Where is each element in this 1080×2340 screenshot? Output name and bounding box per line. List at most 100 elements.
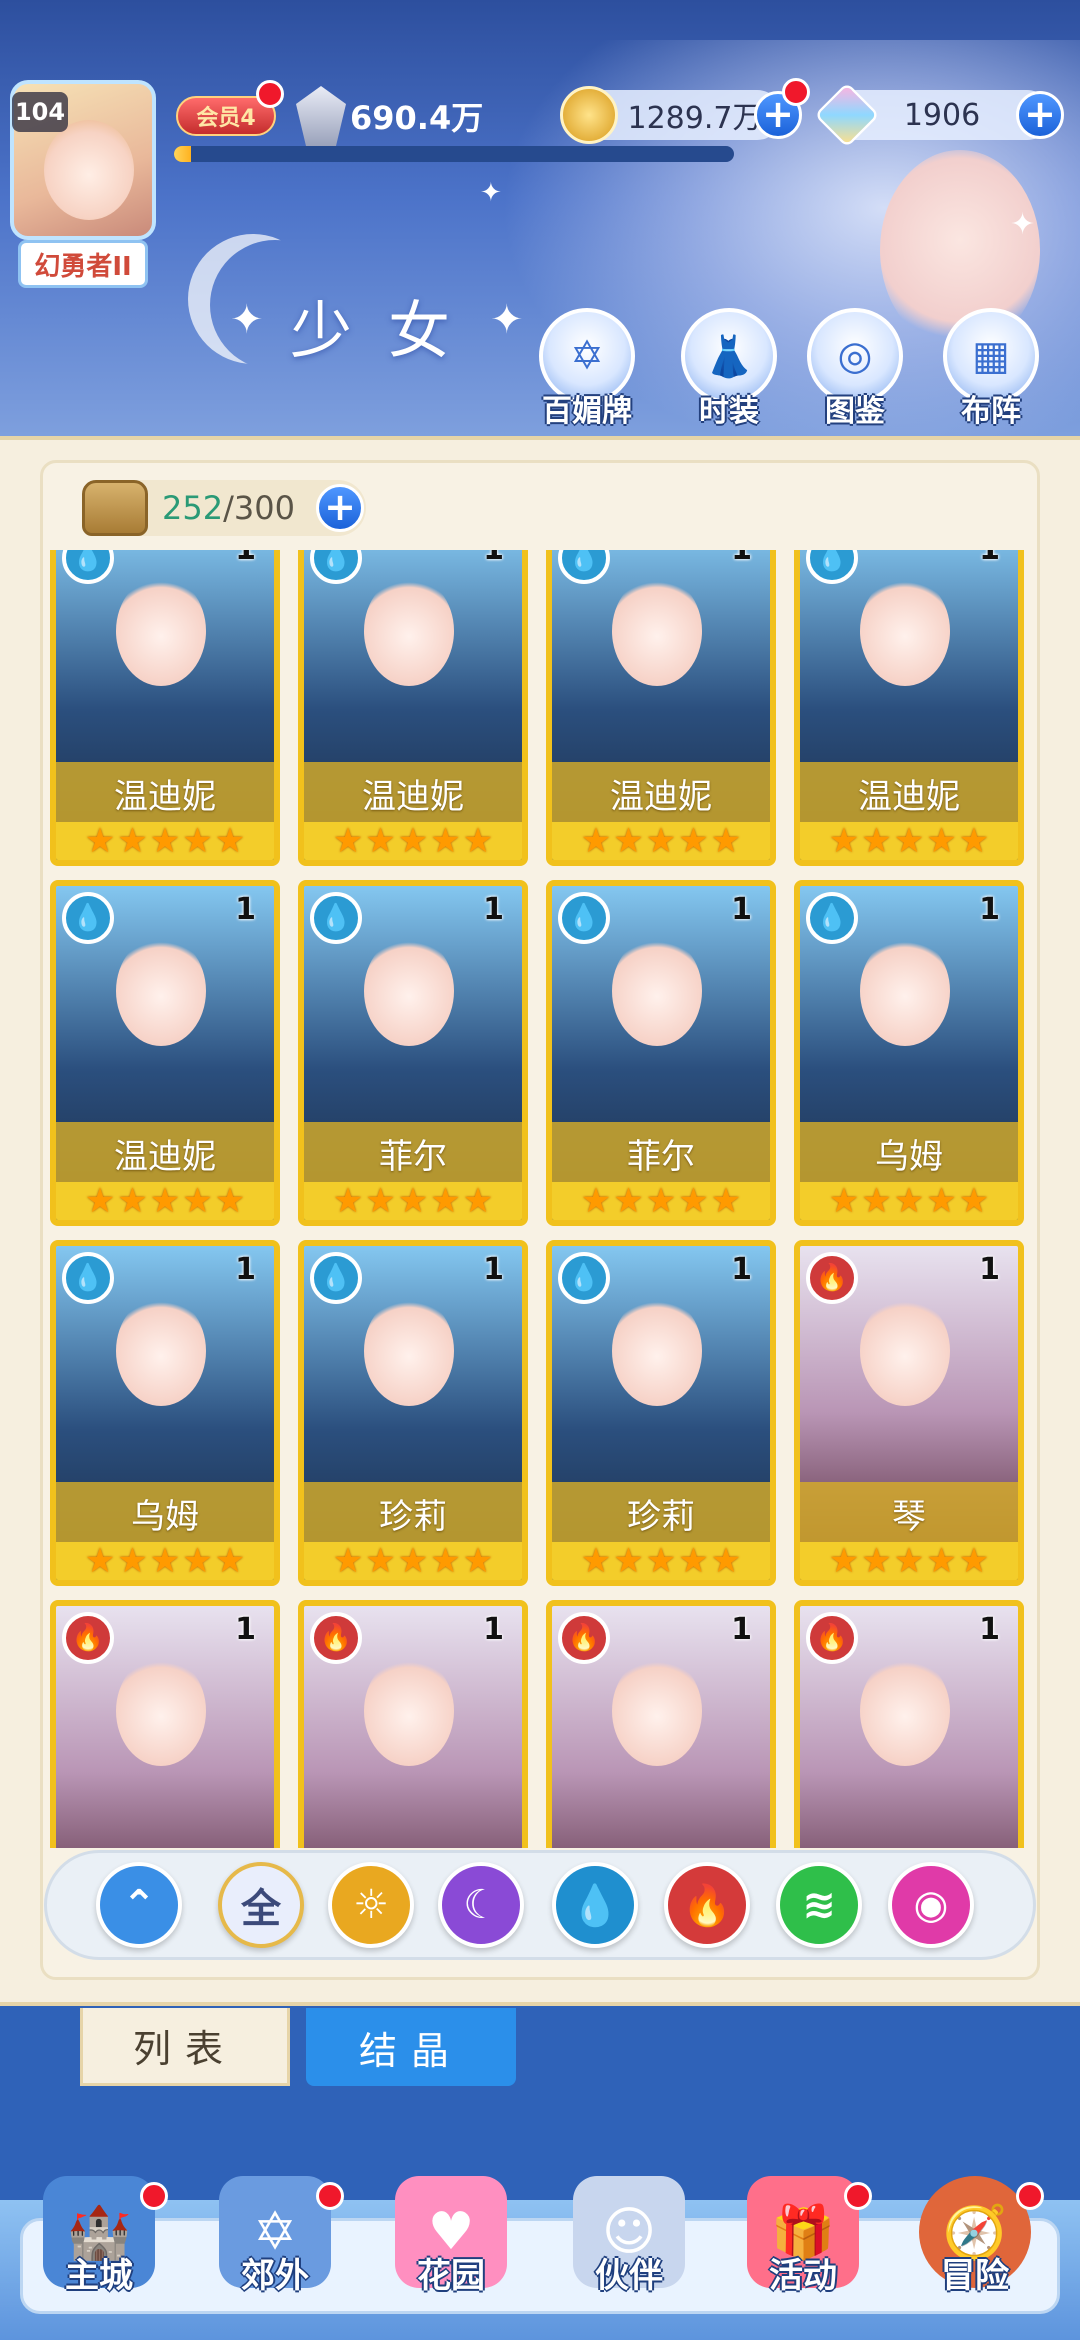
- filter-fire-button[interactable]: 🔥: [664, 1862, 750, 1948]
- star-icon: ★: [332, 821, 364, 861]
- nav-partner[interactable]: ☺ 伙伴: [554, 2176, 704, 2326]
- star-icon: ★: [182, 1541, 213, 1581]
- character-card[interactable]: 💧 1 菲尔 ★ ★ ★ ★ ★: [298, 880, 528, 1226]
- star-icon: ★: [397, 1181, 429, 1221]
- character-face: [364, 936, 454, 1046]
- card-name: 温迪妮: [552, 762, 770, 824]
- character-card[interactable]: 🔥 1 琴 ★ ★ ★ ★ ★: [794, 1240, 1024, 1586]
- star-icon: ★: [645, 821, 677, 861]
- nav-gift[interactable]: 🎁 活动: [728, 2176, 878, 2326]
- expand-capacity-button[interactable]: +: [316, 484, 364, 532]
- card-name: 乌姆: [56, 1482, 274, 1544]
- header-button-label: 百媚牌: [542, 394, 632, 429]
- card-name: 温迪妮: [304, 762, 522, 824]
- star-icon: ★: [710, 821, 742, 861]
- water-drop-icon: 💧: [570, 1882, 620, 1929]
- character-face: [364, 1656, 454, 1766]
- star-icon: ★: [678, 1181, 709, 1221]
- avatar-portrait: [44, 120, 134, 220]
- character-card[interactable]: 💧1温迪妮★★★★★: [50, 880, 280, 1226]
- character-face: [860, 936, 950, 1046]
- card-name: 温迪妮: [800, 762, 1018, 824]
- character-card[interactable]: 💧1温迪妮★★★★★: [50, 550, 280, 866]
- card-name: 珍莉: [304, 1482, 522, 1544]
- gold-amount: 1289.7万: [627, 101, 763, 136]
- character-card[interactable]: 💧 1 菲尔 ★ ★ ★ ★ ★: [546, 880, 776, 1226]
- character-card[interactable]: 💧 1 珍莉 ★ ★ ★ ★ ★: [298, 1240, 528, 1586]
- filter-sun-button[interactable]: ☼: [328, 1862, 414, 1948]
- nav-compass[interactable]: 🧭 冒险: [900, 2176, 1050, 2326]
- nav-castle[interactable]: 🏰 主城: [24, 2176, 174, 2326]
- star-rating: ★ ★ ★ ★ ★: [552, 822, 770, 860]
- star-icon: ★: [214, 1541, 246, 1581]
- sparkle-icon: ✦: [230, 297, 264, 343]
- card-count: 1: [235, 1612, 256, 1647]
- card-count: 1: [979, 892, 1000, 927]
- star-icon: ★: [828, 821, 860, 861]
- character-card[interactable]: 💧1温迪妮★★★★★: [794, 550, 1024, 866]
- star-icon: ★: [397, 1541, 429, 1581]
- star-icon: ★: [678, 821, 709, 861]
- star-icon: ★: [958, 821, 990, 861]
- card-count: 1: [483, 1252, 504, 1287]
- star-rating: ★ ★ ★ ★ ★: [56, 1542, 274, 1580]
- star-icon: ★: [580, 1541, 612, 1581]
- fire-element-icon: 🔥: [806, 1252, 858, 1304]
- nav-portal[interactable]: ✡ 郊外: [200, 2176, 350, 2326]
- character-card[interactable]: 🔥1★★★★★: [50, 1600, 280, 1848]
- star-icon: ★: [430, 821, 461, 861]
- character-face: [860, 1296, 950, 1406]
- tab-crystal[interactable]: 结晶: [306, 2008, 516, 2086]
- gem-amount: 1906: [903, 97, 981, 133]
- character-face: [116, 1296, 206, 1406]
- notification-dot: [782, 78, 810, 106]
- filter-wind-button[interactable]: ≋: [776, 1862, 862, 1948]
- filter-sort-arrows-button[interactable]: ⌃: [96, 1862, 182, 1948]
- nav-heart[interactable]: ♥ 花园: [376, 2176, 526, 2326]
- star-icon: ★: [365, 821, 396, 861]
- star-icon: ★: [117, 821, 148, 861]
- star-icon: ★: [430, 1181, 461, 1221]
- header-button-formation[interactable]: ▦ 布阵: [936, 308, 1046, 430]
- card-name: 珍莉: [552, 1482, 770, 1544]
- nav-label: 主城: [65, 2256, 133, 2296]
- header-button-codex[interactable]: ◎ 图鉴: [800, 308, 910, 430]
- card-count: 1: [731, 550, 752, 567]
- card-count: 1: [979, 1252, 1000, 1287]
- character-card[interactable]: 💧 1 乌姆 ★ ★ ★ ★ ★: [50, 1240, 280, 1586]
- star-icon: ★: [613, 1541, 644, 1581]
- star-icon: ★: [893, 1181, 925, 1221]
- star-icon: ★: [828, 1181, 860, 1221]
- character-card[interactable]: 💧1温迪妮★★★★★: [546, 550, 776, 866]
- tab-list[interactable]: 列表: [80, 2008, 290, 2086]
- fire-element-icon: 🔥: [310, 1612, 362, 1664]
- water-element-icon: 💧: [62, 892, 114, 944]
- star-rating: ★ ★ ★ ★ ★: [304, 822, 522, 860]
- exp-bar-fill: [174, 146, 191, 162]
- card-grid-viewport[interactable]: 💧1温迪妮★★★★★💧1温迪妮★★★★★💧1温迪妮★★★★★💧1温迪妮★★★★★…: [50, 550, 1030, 1848]
- fire-icon: 🔥: [682, 1882, 732, 1929]
- character-face: [364, 576, 454, 686]
- header-button-outfit[interactable]: 👗 时装: [674, 308, 784, 430]
- nav-label: 花园: [417, 2256, 485, 2296]
- star-icon: ★: [580, 1181, 612, 1221]
- star-icon: ★: [861, 1181, 892, 1221]
- filter-water-drop-button[interactable]: 💧: [552, 1862, 638, 1948]
- character-card[interactable]: 🔥1★★★★★: [546, 1600, 776, 1848]
- character-card[interactable]: 💧 1 珍莉 ★ ★ ★ ★ ★: [546, 1240, 776, 1586]
- character-card[interactable]: 💧1温迪妮★★★★★: [298, 550, 528, 866]
- star-icon: ★: [710, 1181, 742, 1221]
- header-button-card-deck[interactable]: ✡ 百媚牌: [532, 308, 642, 430]
- character-card[interactable]: 🔥1★★★★★: [794, 1600, 1024, 1848]
- filter-orb-button[interactable]: ◉: [888, 1862, 974, 1948]
- add-gems-button[interactable]: +: [1016, 91, 1064, 139]
- star-icon: ★: [397, 821, 429, 861]
- filter-moon-button[interactable]: ☾: [438, 1862, 524, 1948]
- filter-all-button[interactable]: 全: [218, 1862, 304, 1948]
- character-face: [860, 1656, 950, 1766]
- star-icon: ★: [926, 1541, 957, 1581]
- character-face: [364, 1296, 454, 1406]
- character-card[interactable]: 💧 1 乌姆 ★ ★ ★ ★ ★: [794, 880, 1024, 1226]
- character-card[interactable]: 🔥1★★★★★: [298, 1600, 528, 1848]
- nav-label: 活动: [769, 2256, 837, 2296]
